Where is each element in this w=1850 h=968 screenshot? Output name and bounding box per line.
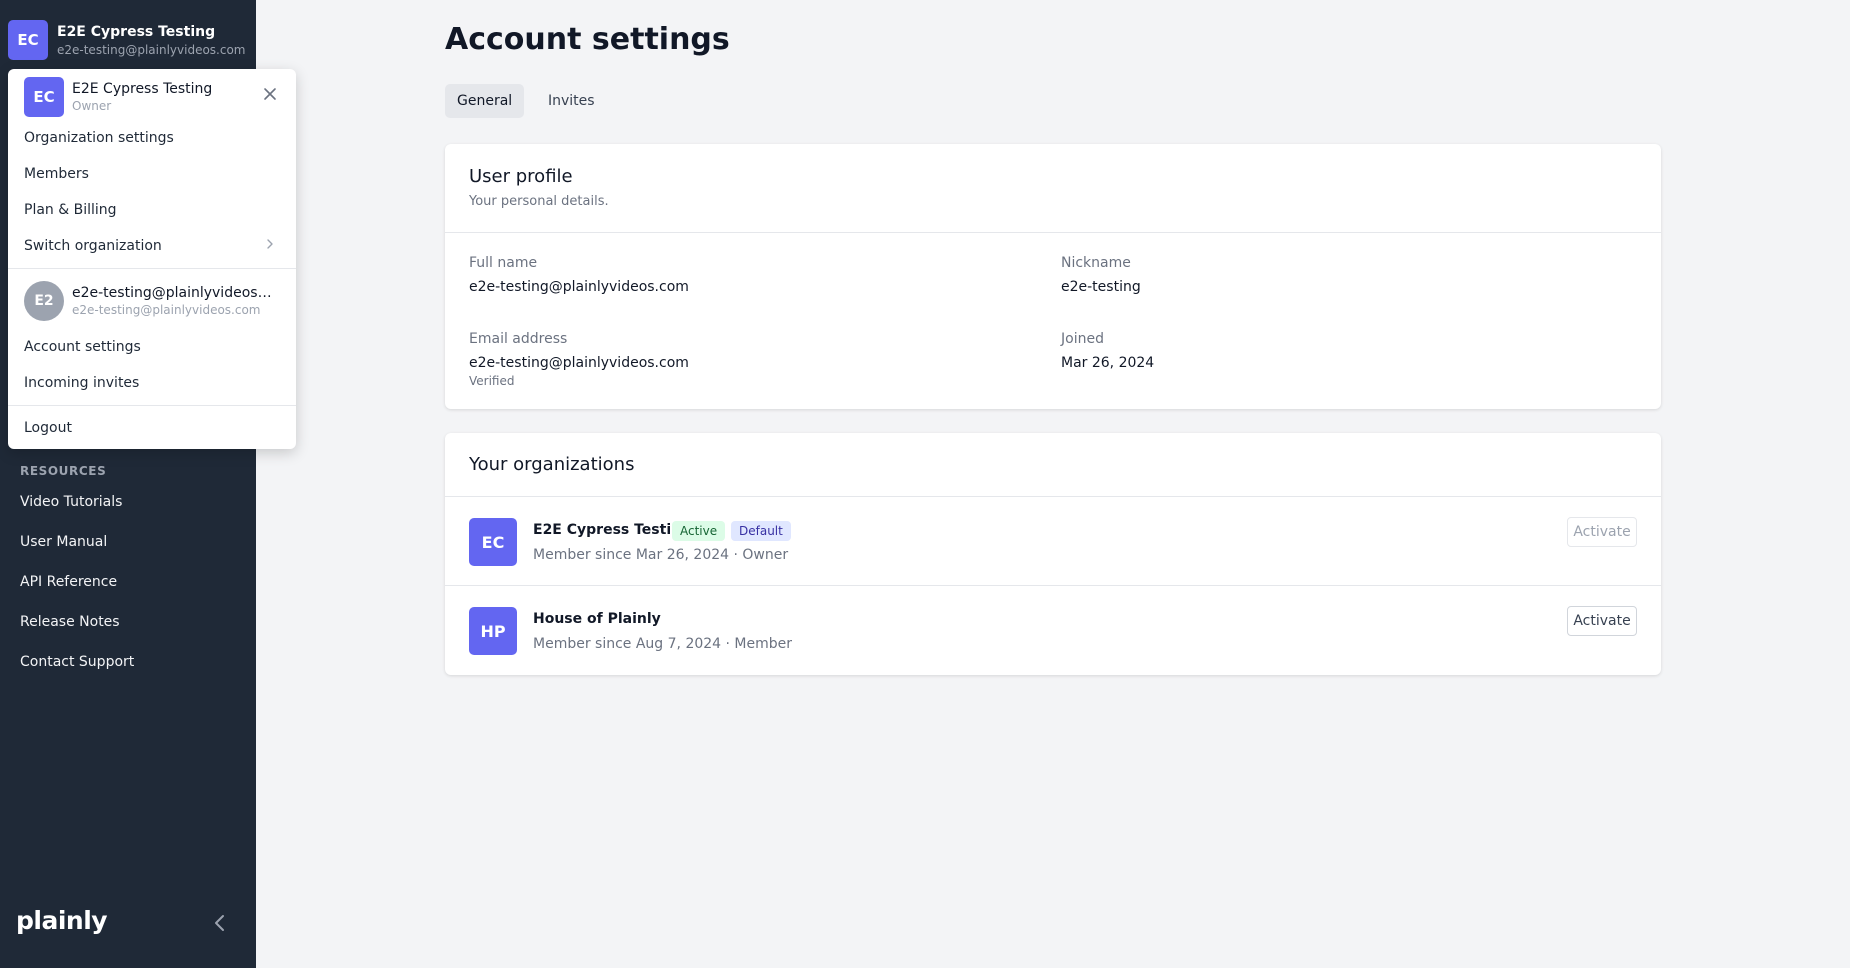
card-subtitle: Your personal details. [469, 194, 609, 209]
org-name: House of Plainly [533, 611, 661, 627]
chevron-left-icon[interactable] [210, 912, 230, 934]
card-title: Your organizations [469, 454, 635, 475]
nickname-value: e2e-testing [1061, 279, 1141, 295]
dropdown-user-header: E2 e2e-testing@plainlyvideos.com e2e-tes… [24, 281, 272, 321]
sidebar-item-contact-support[interactable]: Contact Support [20, 654, 134, 670]
user-name: e2e-testing@plainlyvideos.com [72, 285, 272, 301]
user-avatar: E2 [24, 281, 64, 321]
org-name: E2E Cypress Testing [57, 23, 216, 40]
full-name-label: Full name [469, 255, 538, 271]
divider [445, 232, 1661, 233]
org-avatar: HP [469, 607, 517, 655]
divider [8, 405, 296, 406]
menu-item-organization-settings[interactable]: Organization settings [24, 130, 174, 146]
org-membership: Member since Aug 7, 2024 · Member [533, 636, 793, 652]
menu-item-plan-billing[interactable]: Plan & Billing [24, 202, 117, 218]
status-badge-active: Active [672, 521, 726, 541]
user-profile-card: User profile Your personal details. Full… [445, 144, 1661, 409]
brand-logo: plainly [16, 906, 108, 935]
email-verified-status: Verified [469, 374, 515, 388]
user-email: e2e-testing@plainlyvideos.com [72, 303, 261, 317]
page-title: Account settings [445, 22, 730, 57]
org-dropdown-menu: EC E2E Cypress Testing Owner Organizatio… [8, 69, 296, 449]
org-switcher[interactable]: EC E2E Cypress Testing e2e-testing@plain… [8, 20, 245, 60]
card-title: User profile [469, 166, 573, 187]
activate-button[interactable]: Activate [1567, 517, 1637, 547]
email-label: Email address [469, 331, 568, 347]
menu-item-incoming-invites[interactable]: Incoming invites [24, 375, 139, 391]
menu-item-switch-organization[interactable]: Switch organization [24, 238, 162, 254]
tab-general[interactable]: General [445, 84, 525, 118]
status-badge-default: Default [731, 521, 791, 541]
joined-value: Mar 26, 2024 [1061, 355, 1155, 371]
tab-invites[interactable]: Invites [536, 84, 607, 118]
dropdown-org-avatar: EC [24, 77, 64, 117]
org-email: e2e-testing@plainlyvideos.com [57, 42, 246, 57]
menu-item-logout[interactable]: Logout [24, 420, 72, 436]
menu-item-account-settings[interactable]: Account settings [24, 339, 141, 355]
nickname-label: Nickname [1061, 255, 1131, 271]
resources-heading: RESOURCES [20, 464, 107, 478]
sidebar-item-release-notes[interactable]: Release Notes [20, 614, 120, 630]
sidebar-item-user-manual[interactable]: User Manual [20, 534, 107, 550]
full-name-value: e2e-testing@plainlyvideos.com [469, 279, 689, 295]
divider [445, 585, 1661, 586]
org-membership: Member since Mar 26, 2024 · Owner [533, 547, 789, 563]
org-name: E2E Cypress Testing [533, 522, 692, 538]
org-avatar: EC [8, 20, 48, 60]
dropdown-org-role: Owner [72, 99, 112, 113]
dropdown-org-header: EC E2E Cypress Testing Owner [24, 77, 212, 117]
dropdown-org-name: E2E Cypress Testing [72, 81, 213, 97]
org-avatar: EC [469, 518, 517, 566]
menu-item-members[interactable]: Members [24, 166, 89, 182]
sidebar-item-api-reference[interactable]: API Reference [20, 574, 117, 590]
divider [445, 496, 1661, 497]
activate-button[interactable]: Activate [1567, 606, 1637, 636]
joined-label: Joined [1061, 331, 1104, 347]
divider [8, 268, 296, 269]
organizations-card: Your organizations EC E2E Cypress Testin… [445, 433, 1661, 675]
email-value: e2e-testing@plainlyvideos.com [469, 355, 689, 371]
close-icon[interactable] [262, 86, 278, 102]
chevron-right-icon [267, 239, 273, 249]
sidebar-item-video-tutorials[interactable]: Video Tutorials [20, 494, 122, 510]
